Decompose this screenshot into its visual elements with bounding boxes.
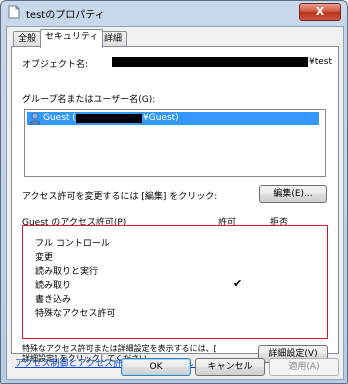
user-icon <box>29 112 41 125</box>
group-item-suffix: ¥Guest) <box>143 113 179 123</box>
object-name-label: オブジェクト名: <box>22 60 89 70</box>
close-button[interactable]: X <box>299 3 341 21</box>
groups-list[interactable]: Guest ( ¥Guest) <box>24 109 326 177</box>
permission-row: 変更 <box>35 250 54 263</box>
properties-window: testのプロパティ X 全般 セキュリティ 詳細 オブジェクト名: ¥test… <box>0 0 348 384</box>
permission-name: 読み取り <box>35 281 72 291</box>
change-hint: アクセス許可を変更するには [編集] をクリック: <box>22 192 218 202</box>
permissions-list: フル コントロール 変更 読み取りと実行 読み取り 書き込み 特殊なアクセス許可… <box>22 225 328 339</box>
apply-button[interactable]: 適用(A) <box>269 358 339 376</box>
redacted-domain <box>76 114 142 123</box>
tab-general[interactable]: 全般 <box>13 31 42 47</box>
edit-button[interactable]: 編集(E)... <box>259 185 327 203</box>
tab-security[interactable]: セキュリティ <box>40 29 104 48</box>
permission-row: 読み取り <box>35 278 72 291</box>
list-item[interactable]: Guest ( ¥Guest) <box>27 112 319 125</box>
permission-row: 書き込み <box>35 292 72 305</box>
object-name-suffix: ¥test <box>309 57 333 67</box>
ok-button[interactable]: OK <box>121 358 191 376</box>
cancel-button[interactable]: キャンセル <box>195 358 265 376</box>
permission-name: フル コントロール <box>35 239 110 249</box>
title-bar[interactable]: testのプロパティ X <box>1 1 347 23</box>
permission-name: 変更 <box>35 253 54 263</box>
groups-label: グループ名またはユーザー名(G): <box>22 95 156 105</box>
permission-row: 読み取りと実行 <box>35 264 99 277</box>
window-title: testのプロパティ <box>26 10 105 21</box>
permission-name: 書き込み <box>35 295 72 305</box>
group-item-prefix: Guest ( <box>43 113 76 123</box>
file-icon <box>8 5 20 19</box>
dialog-client-area: 全般 セキュリティ 詳細 オブジェクト名: ¥test グループ名またはユーザー… <box>6 26 344 380</box>
tab-details[interactable]: 詳細 <box>99 31 128 47</box>
allow-check-icon: ✔ <box>233 277 243 290</box>
permission-row: 特殊なアクセス許可 <box>35 306 116 319</box>
security-panel: オブジェクト名: ¥test グループ名またはユーザー名(G): Guest (… <box>11 46 339 363</box>
permission-row: フル コントロール <box>35 236 110 249</box>
permission-name: 特殊なアクセス許可 <box>35 309 116 319</box>
redacted-path <box>112 57 308 67</box>
permission-name: 読み取りと実行 <box>35 267 99 277</box>
